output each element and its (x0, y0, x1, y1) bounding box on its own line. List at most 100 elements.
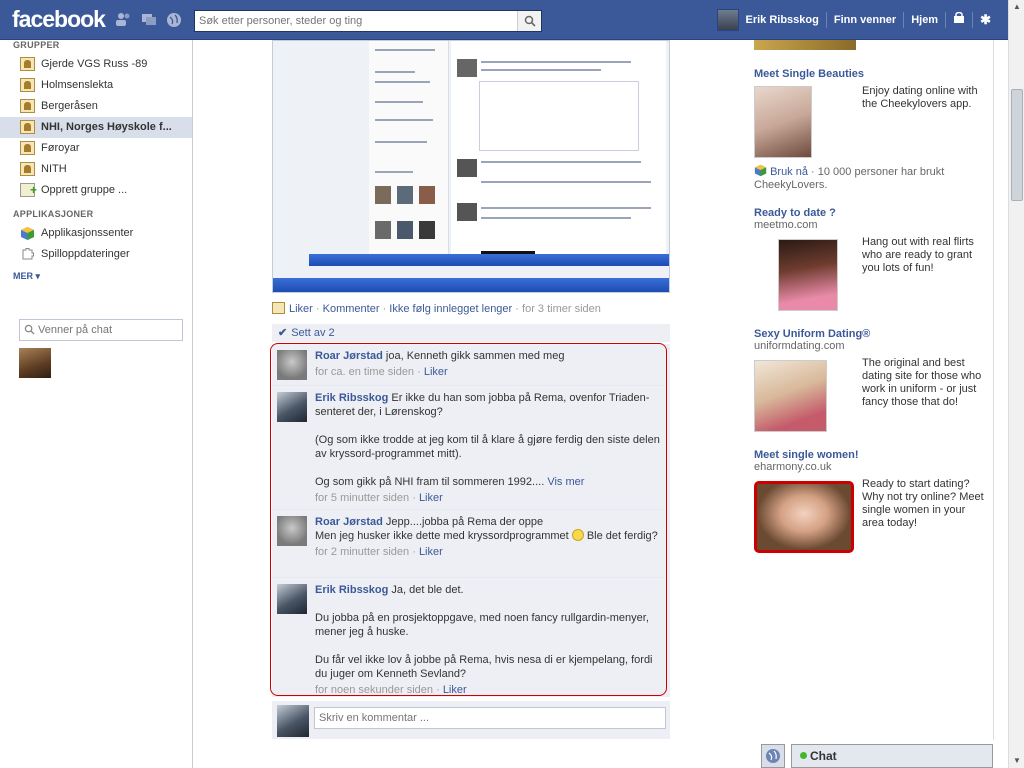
use-now-link[interactable]: Bruk nå (770, 166, 808, 178)
photo-detail (273, 278, 669, 292)
privacy-shortcuts-icon[interactable] (946, 0, 972, 40)
comment-author[interactable]: Roar Jørstad (315, 350, 383, 362)
ad-image[interactable] (754, 481, 854, 553)
group-icon (20, 120, 35, 134)
sidebar-item-app-center[interactable]: Applikasjonssenter (0, 223, 192, 244)
like-link[interactable]: Liker (289, 303, 313, 315)
search-icon (24, 324, 35, 335)
globe-icon[interactable] (761, 744, 785, 768)
notifications-globe-icon[interactable] (165, 12, 183, 28)
photo-detail (481, 61, 631, 63)
ads-column: Meet Single Beauties Enjoy dating online… (754, 40, 994, 740)
sidebar-item-group[interactable]: Føroyar (0, 138, 192, 159)
apps-list: Applikasjonssenter Spilloppdateringer (0, 223, 192, 265)
comment-text: Ja, det ble det. (391, 584, 464, 596)
scrollbar-thumb[interactable] (1011, 89, 1023, 201)
comment-meta: for ca. en time siden · Liker (315, 366, 448, 378)
photo-detail (481, 69, 601, 71)
scroll-up-arrow-icon[interactable]: ▲ (1012, 2, 1022, 12)
my-avatar (277, 705, 309, 737)
sidebar-item-label: Føroyar (41, 142, 80, 154)
comment-paragraph: Men jeg husker ikke dette med kryssordpr… (315, 529, 660, 543)
home-link[interactable]: Hjem (904, 0, 945, 40)
comment-paragraph: Erik Ribsskog Er ikke du han som jobba p… (315, 391, 660, 419)
comment-link[interactable]: Kommenter (323, 303, 380, 315)
post-timestamp: for 3 timer siden (522, 303, 601, 315)
photo-detail (397, 221, 413, 239)
page-scrollbar[interactable]: ▲ ▼ (1008, 0, 1024, 768)
unfollow-post-link[interactable]: Ikke følg innlegget lenger (389, 303, 512, 315)
sidebar-item-label: Gjerde VGS Russ -89 (41, 58, 148, 70)
comment-body: Roar Jørstad Jepp....jobba på Rema der o… (315, 515, 660, 559)
sidebar-item-group-active[interactable]: NHI, Norges Høyskole f... (0, 117, 192, 138)
ad-item: Sexy Uniform Dating® uniformdating.com T… (754, 328, 992, 434)
groups-section-title: GRUPPER (13, 40, 60, 50)
search-input[interactable] (195, 11, 515, 31)
chat-dock: Chat (761, 744, 993, 768)
commenter-avatar[interactable] (277, 350, 307, 380)
sidebar-item-group[interactable]: NITH (0, 159, 192, 180)
profile-link[interactable]: Erik Ribsskog (745, 0, 825, 40)
sidebar-item-label: NHI, Norges Høyskole f... (41, 121, 172, 133)
comment-like-link[interactable]: Liker (424, 366, 448, 378)
sidebar-item-group[interactable]: Bergeråsen (0, 96, 192, 117)
settings-gear-icon[interactable]: ✱ (973, 0, 998, 40)
photo-detail (481, 161, 641, 163)
seen-by-bar[interactable]: ✔ Sett av 2 (272, 324, 670, 342)
sidebar-item-game-updates[interactable]: Spilloppdateringer (0, 244, 192, 265)
seen-by-label: Sett av 2 (291, 327, 335, 339)
post-photo[interactable] (272, 40, 670, 293)
messages-icon[interactable] (140, 12, 158, 28)
comment-item: Roar Jørstad Jepp....jobba på Rema der o… (272, 510, 664, 578)
find-friends-link[interactable]: Finn venner (827, 0, 903, 40)
app-center-icon (754, 164, 767, 177)
chat-button[interactable]: Chat (791, 744, 993, 768)
ad-image[interactable] (754, 360, 827, 432)
comment-input[interactable] (314, 707, 666, 729)
sidebar-item-group[interactable]: Gjerde VGS Russ -89 (0, 54, 192, 75)
search-button[interactable] (517, 11, 541, 31)
facebook-logo[interactable]: facebook (12, 6, 106, 33)
comment-text: Du får vel ikke lov å jobbe på Rema, hvi… (315, 654, 653, 680)
comment-like-link[interactable]: Liker (419, 546, 443, 558)
ad-title[interactable]: Sexy Uniform Dating® (754, 328, 992, 340)
more-link[interactable]: MER ▾ (13, 271, 192, 282)
comment-like-link[interactable]: Liker (443, 684, 467, 696)
sidebar-item-group[interactable]: Holmsenslekta (0, 75, 192, 96)
create-group-icon (20, 180, 37, 201)
create-group-link[interactable]: Opprett gruppe ... (0, 180, 192, 201)
commenter-avatar[interactable] (277, 584, 307, 614)
comment-meta: for 5 minutter siden · Liker (315, 492, 443, 504)
comment-author[interactable]: Roar Jørstad (315, 516, 383, 528)
chat-search-input[interactable] (38, 320, 178, 340)
ad-image[interactable] (754, 86, 812, 158)
ad-item: Meet single women! eharmony.co.uk Ready … (754, 449, 992, 555)
ad-image[interactable] (778, 239, 838, 311)
ad-title[interactable]: Meet single women! (754, 449, 992, 461)
ad-text: Hang out with real flirts who are ready … (862, 236, 974, 274)
comment-author[interactable]: Erik Ribsskog (315, 392, 388, 404)
comment-like-link[interactable]: Liker (419, 492, 443, 504)
photo-detail (457, 59, 477, 77)
photo-detail (309, 254, 669, 266)
chat-friend-avatar[interactable] (19, 348, 51, 378)
comment-author[interactable]: Erik Ribsskog (315, 584, 388, 596)
ad-title[interactable]: Ready to date ? (754, 207, 992, 219)
scroll-down-arrow-icon[interactable]: ▼ (1012, 756, 1022, 766)
see-more-link[interactable]: Vis mer (547, 476, 584, 488)
ad-title[interactable]: Meet Single Beauties (754, 68, 992, 80)
separator-dot: · (515, 303, 523, 315)
comment-text: Og som gikk på NHI fram til sommeren 199… (315, 476, 545, 488)
chat-search-box (19, 319, 183, 341)
commenter-avatar[interactable] (277, 516, 307, 546)
photo-detail (375, 49, 435, 51)
ad-item: Meet Single Beauties Enjoy dating online… (754, 68, 992, 192)
comment-paragraph: Erik Ribsskog Ja, det ble det. (315, 583, 660, 597)
comment-time: for noen sekunder siden (315, 684, 434, 696)
commenter-avatar[interactable] (277, 392, 307, 422)
ad-social-line: Bruk nå · 10 000 personer har brukt Chee… (754, 164, 992, 192)
friend-requests-icon[interactable] (114, 12, 132, 28)
groups-list: Gjerde VGS Russ -89 Holmsenslekta Berger… (0, 54, 192, 201)
online-status-icon (800, 752, 807, 759)
profile-avatar[interactable] (717, 9, 740, 31)
